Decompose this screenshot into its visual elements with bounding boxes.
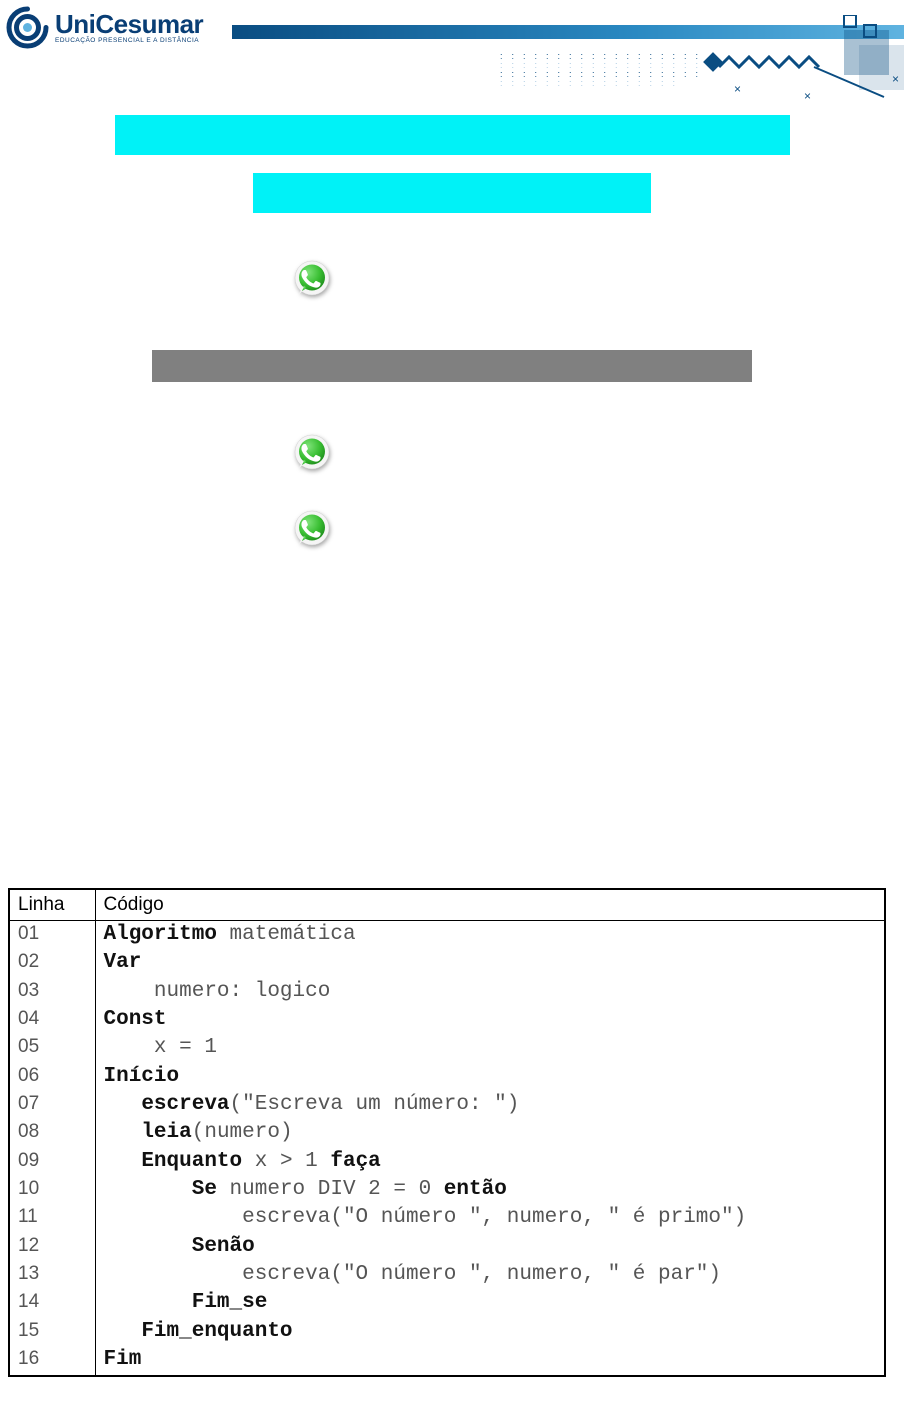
svg-text:×: × — [892, 72, 899, 86]
line-number: 01 — [9, 921, 95, 950]
line-number: 03 — [9, 978, 95, 1006]
table-row: 14 Fim_se — [9, 1289, 885, 1317]
whatsapp-icon — [291, 508, 333, 550]
svg-text:×: × — [734, 82, 741, 96]
line-number: 10 — [9, 1176, 95, 1204]
code-cell: Se numero DIV 2 = 0 então — [95, 1176, 885, 1204]
code-cell: escreva("O número ", numero, " é primo") — [95, 1204, 885, 1232]
code-cell: escreva("Escreva um número: ") — [95, 1091, 885, 1119]
table-row: 10 Se numero DIV 2 = 0 então — [9, 1176, 885, 1204]
table-row: 04Const — [9, 1006, 885, 1034]
table-row: 12 Senão — [9, 1233, 885, 1261]
whatsapp-icon — [291, 432, 333, 474]
code-cell: Var — [95, 949, 885, 977]
code-cell: numero: logico — [95, 978, 885, 1006]
table-row: 03 numero: logico — [9, 978, 885, 1006]
code-cell: Fim_se — [95, 1289, 885, 1317]
line-number: 08 — [9, 1119, 95, 1147]
col-header-codigo: Código — [95, 889, 885, 921]
svg-text:×: × — [804, 89, 811, 103]
brand-tagline: EDUCAÇÃO PRESENCIAL E A DISTÂNCIA — [55, 38, 203, 45]
code-cell: Fim_enquanto — [95, 1318, 885, 1346]
page-header: UniCesumar EDUCAÇÃO PRESENCIAL E A DISTÂ… — [0, 0, 904, 100]
code-cell: Senão — [95, 1233, 885, 1261]
brand-name: UniCesumar — [55, 11, 203, 37]
table-row: 02Var — [9, 949, 885, 977]
line-number: 15 — [9, 1318, 95, 1346]
table-row: 05 x = 1 — [9, 1034, 885, 1062]
brand-logo-mark — [5, 5, 50, 50]
table-row: 07 escreva("Escreva um número: ") — [9, 1091, 885, 1119]
code-cell: Início — [95, 1063, 885, 1091]
table-row: 15 Fim_enquanto — [9, 1318, 885, 1346]
line-number: 07 — [9, 1091, 95, 1119]
code-cell: leia(numero) — [95, 1119, 885, 1147]
whatsapp-icon — [291, 258, 333, 300]
brand-logo-text: UniCesumar EDUCAÇÃO PRESENCIAL E A DISTÂ… — [55, 11, 203, 45]
line-number: 06 — [9, 1063, 95, 1091]
code-cell: Algoritmo matemática — [95, 921, 885, 950]
table-row: 06Início — [9, 1063, 885, 1091]
code-cell: x = 1 — [95, 1034, 885, 1062]
table-row: 08 leia(numero) — [9, 1119, 885, 1147]
code-cell: Enquanto x > 1 faça — [95, 1148, 885, 1176]
highlight-bar-cyan-1 — [115, 115, 790, 155]
line-number: 16 — [9, 1346, 95, 1375]
line-number: 13 — [9, 1261, 95, 1289]
header-corner-graphic: × × × — [504, 15, 904, 100]
line-number: 04 — [9, 1006, 95, 1034]
table-row: 13 escreva("O número ", numero, " é par"… — [9, 1261, 885, 1289]
line-number: 11 — [9, 1204, 95, 1232]
line-number: 12 — [9, 1233, 95, 1261]
table-row: 09 Enquanto x > 1 faça — [9, 1148, 885, 1176]
code-cell: escreva("O número ", numero, " é par") — [95, 1261, 885, 1289]
line-number: 09 — [9, 1148, 95, 1176]
code-cell: Fim — [95, 1346, 885, 1375]
col-header-linha: Linha — [9, 889, 95, 921]
table-row: 11 escreva("O número ", numero, " é prim… — [9, 1204, 885, 1232]
highlight-bar-gray — [152, 350, 752, 382]
line-number: 05 — [9, 1034, 95, 1062]
line-number: 02 — [9, 949, 95, 977]
table-row: 16Fim — [9, 1346, 885, 1375]
table-row: 01Algoritmo matemática — [9, 921, 885, 950]
pseudocode-table: Linha Código 01Algoritmo matemática02Var… — [8, 888, 886, 1377]
brand-logo: UniCesumar EDUCAÇÃO PRESENCIAL E A DISTÂ… — [5, 5, 203, 50]
highlight-bar-cyan-2 — [253, 173, 651, 213]
code-cell: Const — [95, 1006, 885, 1034]
line-number: 14 — [9, 1289, 95, 1317]
